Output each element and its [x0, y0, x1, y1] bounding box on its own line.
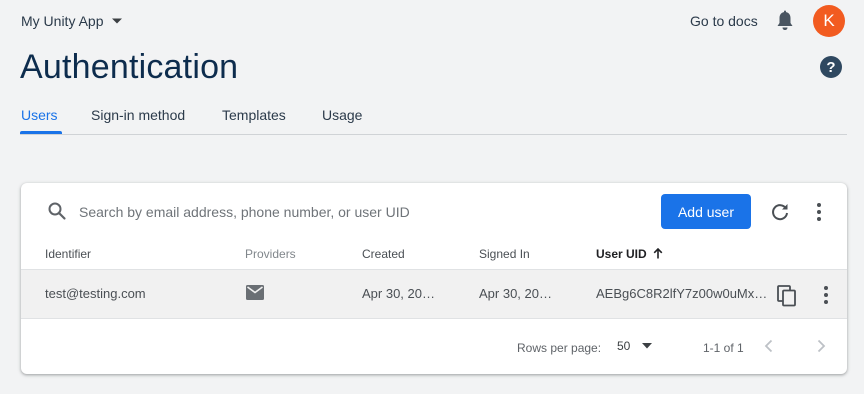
- rows-per-page-label: Rows per page:: [517, 341, 602, 355]
- column-header-created[interactable]: Created: [362, 247, 405, 261]
- caret-down-icon: [642, 343, 653, 349]
- rows-per-page-value: 50: [617, 339, 631, 353]
- column-header-identifier[interactable]: Identifier: [45, 247, 91, 261]
- page-title: Authentication: [20, 48, 239, 86]
- tab-bar: Users Sign-in method Templates Usage: [20, 96, 847, 135]
- table-row[interactable]: test@testing.com Apr 30, 20… Apr 30, 20……: [21, 270, 847, 319]
- avatar[interactable]: K: [813, 5, 845, 37]
- tab-users[interactable]: Users: [21, 107, 58, 123]
- top-bar: My Unity App Go to docs K: [0, 0, 864, 44]
- column-header-signed-in[interactable]: Signed In: [479, 247, 530, 261]
- email-icon: [246, 285, 264, 300]
- chevron-left-icon[interactable]: [763, 339, 775, 353]
- tab-usage[interactable]: Usage: [322, 107, 362, 123]
- row-more-vertical-icon[interactable]: [819, 285, 833, 305]
- cell-signed-in: Apr 30, 20…: [479, 286, 552, 301]
- project-name: My Unity App: [21, 13, 104, 29]
- question-circle-icon[interactable]: ?: [820, 56, 842, 78]
- users-table-card: Add user Identifier Providers Created Si…: [21, 183, 847, 374]
- active-tab-indicator: [20, 131, 62, 134]
- project-selector[interactable]: My Unity App: [21, 11, 123, 31]
- bell-icon[interactable]: [775, 10, 795, 32]
- chevron-right-icon[interactable]: [815, 339, 827, 353]
- copy-icon[interactable]: [777, 285, 797, 307]
- add-user-button[interactable]: Add user: [661, 194, 751, 229]
- tab-templates[interactable]: Templates: [222, 107, 286, 123]
- column-header-user-uid[interactable]: User UID: [596, 247, 663, 261]
- tab-sign-in-method[interactable]: Sign-in method: [91, 107, 185, 123]
- cell-user-uid: AEBg6C8R2lfY7z00w0uMx…: [596, 286, 768, 301]
- arrow-up-icon: [653, 248, 663, 259]
- caret-down-icon: [112, 18, 123, 24]
- cell-identifier: test@testing.com: [45, 286, 146, 301]
- pagination-range: 1-1 of 1: [703, 341, 744, 355]
- more-vertical-icon[interactable]: [811, 201, 827, 223]
- table-header: Identifier Providers Created Signed In U…: [21, 241, 847, 270]
- table-pagination: Rows per page: 50 1-1 of 1: [21, 320, 847, 374]
- rows-per-page-select[interactable]: 50: [617, 339, 653, 353]
- search-icon: [48, 202, 66, 220]
- cell-created: Apr 30, 20…: [362, 286, 435, 301]
- refresh-icon[interactable]: [769, 201, 791, 223]
- column-header-providers: Providers: [245, 247, 296, 261]
- column-header-user-uid-label: User UID: [596, 247, 647, 261]
- search-input[interactable]: [79, 200, 619, 224]
- go-to-docs-link[interactable]: Go to docs: [690, 13, 758, 29]
